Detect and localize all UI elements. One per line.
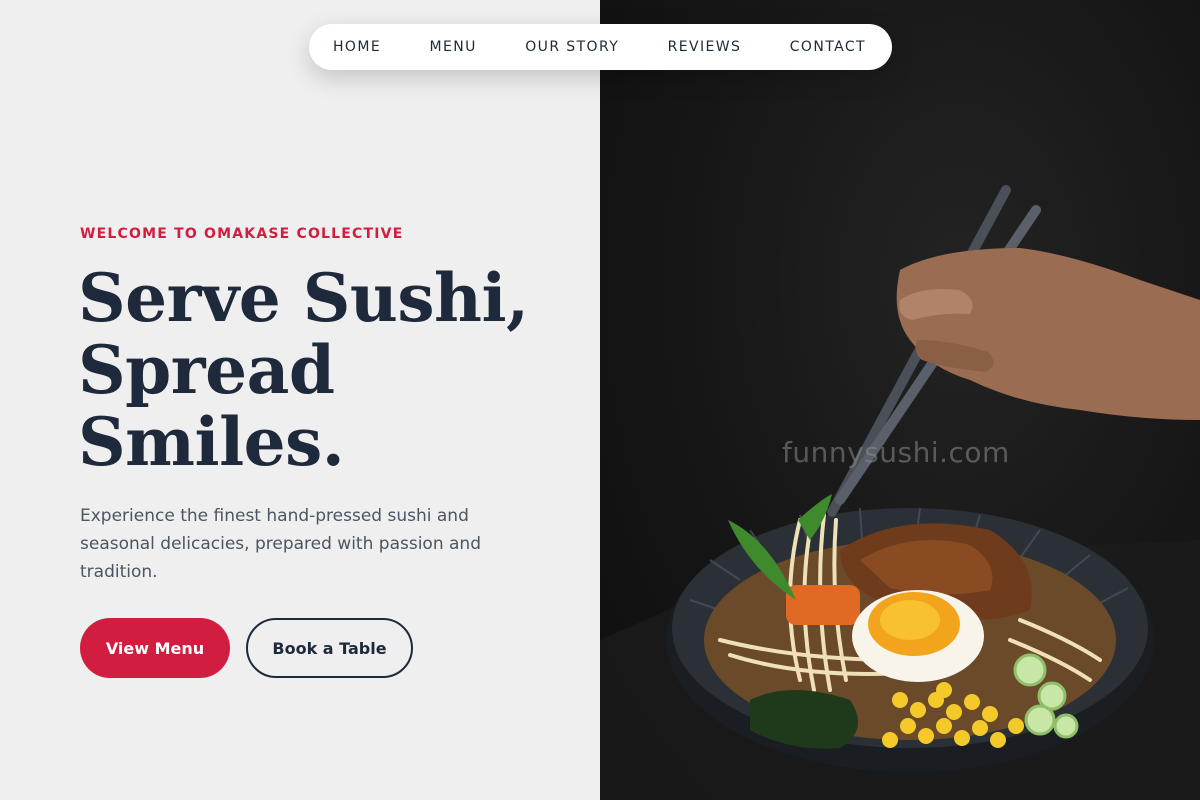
watermark-text: funnysushi.com — [782, 436, 1010, 469]
nav-our-story-link[interactable]: OUR STORY — [525, 39, 619, 55]
nav-reviews-link[interactable]: REVIEWS — [668, 39, 742, 55]
nav-contact-link[interactable]: CONTACT — [790, 39, 866, 55]
nav-menu-link[interactable]: MENU — [430, 39, 477, 55]
ramen-bowl-photo — [600, 185, 1200, 800]
hero-description: Experience the finest hand-pressed sushi… — [80, 506, 481, 582]
headline-line-1: Serve Sushi, — [78, 259, 529, 337]
hero-headline: Serve Sushi, Spread Smiles. — [78, 262, 578, 478]
nav-home-link[interactable]: HOME — [333, 39, 381, 55]
headline-line-2: Spread — [78, 331, 335, 409]
view-menu-button[interactable]: View Menu — [80, 618, 230, 678]
headline-line-3: Smiles. — [78, 403, 345, 481]
hero-photo — [600, 0, 1200, 800]
book-table-button[interactable]: Book a Table — [246, 618, 413, 678]
hero-eyebrow: WELCOME TO OMAKASE COLLECTIVE — [80, 226, 404, 242]
main-navigation: HOME MENU OUR STORY REVIEWS CONTACT — [309, 24, 892, 70]
